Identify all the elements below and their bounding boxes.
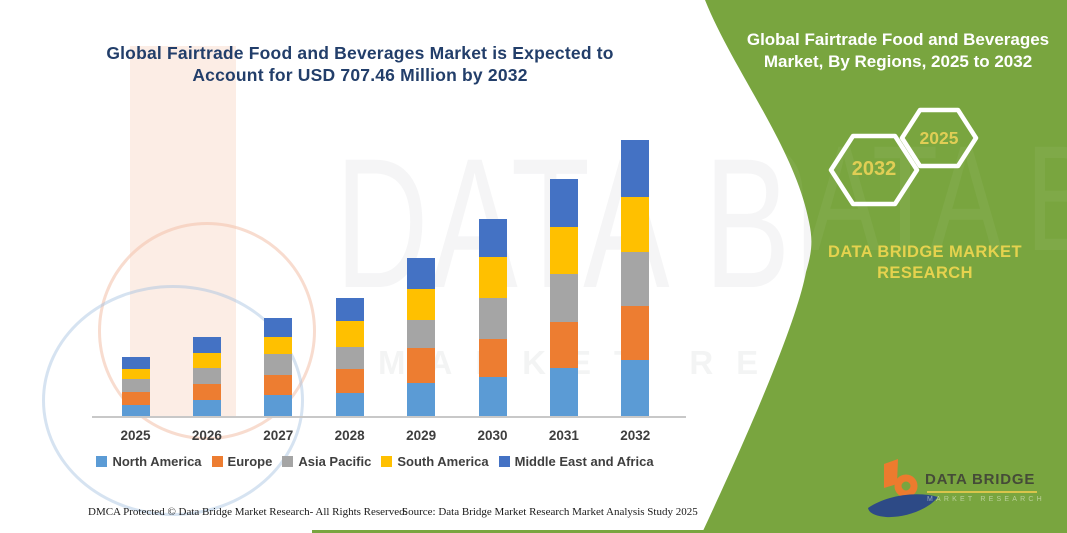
bar-segment-2029	[407, 383, 435, 416]
bar-segment-2029	[407, 320, 435, 348]
bar-segment-2032	[621, 252, 649, 306]
bar-segment-2025	[122, 392, 150, 405]
legend-swatch	[282, 456, 293, 467]
x-axis-label: 2027	[253, 428, 303, 443]
panel-headline-line1: Global Fairtrade Food and Beverages	[737, 29, 1059, 51]
bar-segment-2027	[264, 354, 292, 375]
legend-item-asia-pacific: Asia Pacific	[282, 454, 371, 469]
chart-title: Global Fairtrade Food and Beverages Mark…	[100, 42, 620, 86]
legend-swatch	[96, 456, 107, 467]
bar-segment-2031	[550, 227, 578, 274]
x-axis-label: 2029	[396, 428, 446, 443]
dbmr-logo-underline	[927, 491, 1037, 493]
footer-dmca: DMCA Protected © Data Bridge Market Rese…	[88, 506, 407, 518]
bar-segment-2027	[264, 337, 292, 354]
bar-segment-2027	[264, 375, 292, 395]
bar-segment-2027	[264, 395, 292, 416]
bar-segment-2030	[479, 298, 507, 339]
bar-segment-2031	[550, 274, 578, 322]
legend-swatch	[499, 456, 510, 467]
bar-segment-2028	[336, 321, 364, 347]
logo-b-bowl	[898, 478, 914, 494]
bar-segment-2032	[621, 197, 649, 252]
x-axis-label: 2031	[539, 428, 589, 443]
legend: North America Europe Asia Pacific South …	[55, 454, 695, 469]
legend-label: South America	[397, 454, 488, 469]
bar-segment-2032	[621, 306, 649, 360]
bar-segment-2030	[479, 257, 507, 298]
legend-swatch	[381, 456, 392, 467]
x-axis-label: 2028	[325, 428, 375, 443]
bar-segment-2028	[336, 347, 364, 369]
legend-label: Europe	[228, 454, 273, 469]
panel-headline-line2: Market, By Regions, 2025 to 2032	[737, 51, 1059, 73]
bar-segment-2028	[336, 298, 364, 321]
bar-segment-2026	[193, 353, 221, 368]
footer-source: Source: Data Bridge Market Research Mark…	[402, 506, 698, 518]
bar-segment-2026	[193, 384, 221, 400]
bar-segment-2026	[193, 400, 221, 416]
dbmr-logo-mark	[862, 448, 952, 528]
legend-item-europe: Europe	[212, 454, 273, 469]
x-axis-line	[92, 416, 686, 418]
bar-segment-2025	[122, 405, 150, 416]
chart-title-line1: Global Fairtrade Food and Beverages Mark…	[100, 42, 620, 64]
bar-segment-2030	[479, 339, 507, 377]
bar-segment-2031	[550, 179, 578, 227]
bar-segment-2032	[621, 360, 649, 416]
panel-headline: Global Fairtrade Food and Beverages Mark…	[737, 29, 1059, 72]
bar-segment-2029	[407, 258, 435, 289]
brand-line2: RESEARCH	[795, 263, 1055, 284]
bar-segment-2029	[407, 348, 435, 383]
brand-line1: DATA BRIDGE MARKET	[795, 242, 1055, 263]
dbmr-logo-name: DATA BRIDGE	[925, 471, 1050, 488]
bar-segment-2027	[264, 318, 292, 337]
bar-segment-2025	[122, 379, 150, 392]
badge-2032: 2032	[844, 158, 904, 181]
legend-label: North America	[112, 454, 201, 469]
bar-segment-2025	[122, 357, 150, 369]
bar-segment-2025	[122, 369, 150, 379]
x-axis-label: 2032	[610, 428, 660, 443]
brand-text: DATA BRIDGE MARKET RESEARCH	[795, 242, 1055, 284]
chart-title-line2: Account for USD 707.46 Million by 2032	[100, 64, 620, 86]
bar-segment-2026	[193, 368, 221, 384]
bar-segment-2031	[550, 368, 578, 416]
legend-label: Middle East and Africa	[515, 454, 654, 469]
badge-2025: 2025	[911, 128, 967, 149]
legend-item-middle-east-africa: Middle East and Africa	[499, 454, 654, 469]
legend-item-north-america: North America	[96, 454, 201, 469]
infographic-canvas: DATA BRIDGE MARKET RESEARCH DATA BRIDGE …	[0, 0, 1067, 533]
bar-segment-2028	[336, 393, 364, 416]
dbmr-logo-tagline: MARKET RESEARCH	[927, 496, 1052, 503]
x-axis-label: 2030	[468, 428, 518, 443]
bar-segment-2030	[479, 377, 507, 416]
bar-segment-2031	[550, 322, 578, 368]
bar-segment-2030	[479, 219, 507, 257]
bar-segment-2028	[336, 369, 364, 393]
legend-swatch	[212, 456, 223, 467]
bar-segment-2026	[193, 337, 221, 353]
legend-label: Asia Pacific	[298, 454, 371, 469]
bar-segment-2032	[621, 140, 649, 197]
x-axis-label: 2025	[111, 428, 161, 443]
x-axis-label: 2026	[182, 428, 232, 443]
bar-segment-2029	[407, 289, 435, 320]
legend-item-south-america: South America	[381, 454, 488, 469]
